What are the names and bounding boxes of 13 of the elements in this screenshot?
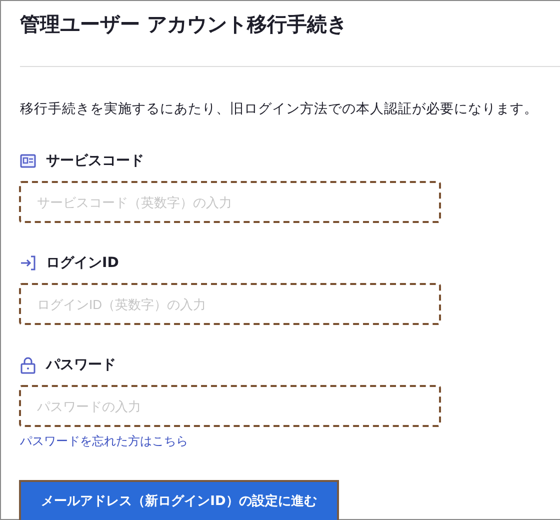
input-field[interactable]: サービスコード（英数字）の入力 — [19, 181, 441, 223]
page-title: 管理ユーザー アカウント移行手続き — [20, 11, 348, 38]
field-label: ログインID — [46, 254, 119, 272]
id-card-icon — [20, 154, 36, 168]
description-text: 移行手続きを実施するにあたり、旧ログイン方法での本人認証が必要になります。 — [20, 100, 539, 119]
field-label: サービスコード — [46, 152, 144, 170]
forgot-password-link[interactable]: パスワードを忘れた方はこちら — [20, 433, 188, 450]
input-field[interactable]: ログインID（英数字）の入力 — [19, 283, 441, 325]
padlock-icon — [20, 356, 36, 374]
field-label: パスワード — [46, 356, 116, 374]
input-field[interactable]: パスワードの入力 — [19, 385, 441, 427]
submit-button[interactable]: メールアドレス（新ログインID）の設定に進む — [19, 480, 339, 520]
login-arrow-icon — [20, 255, 36, 271]
